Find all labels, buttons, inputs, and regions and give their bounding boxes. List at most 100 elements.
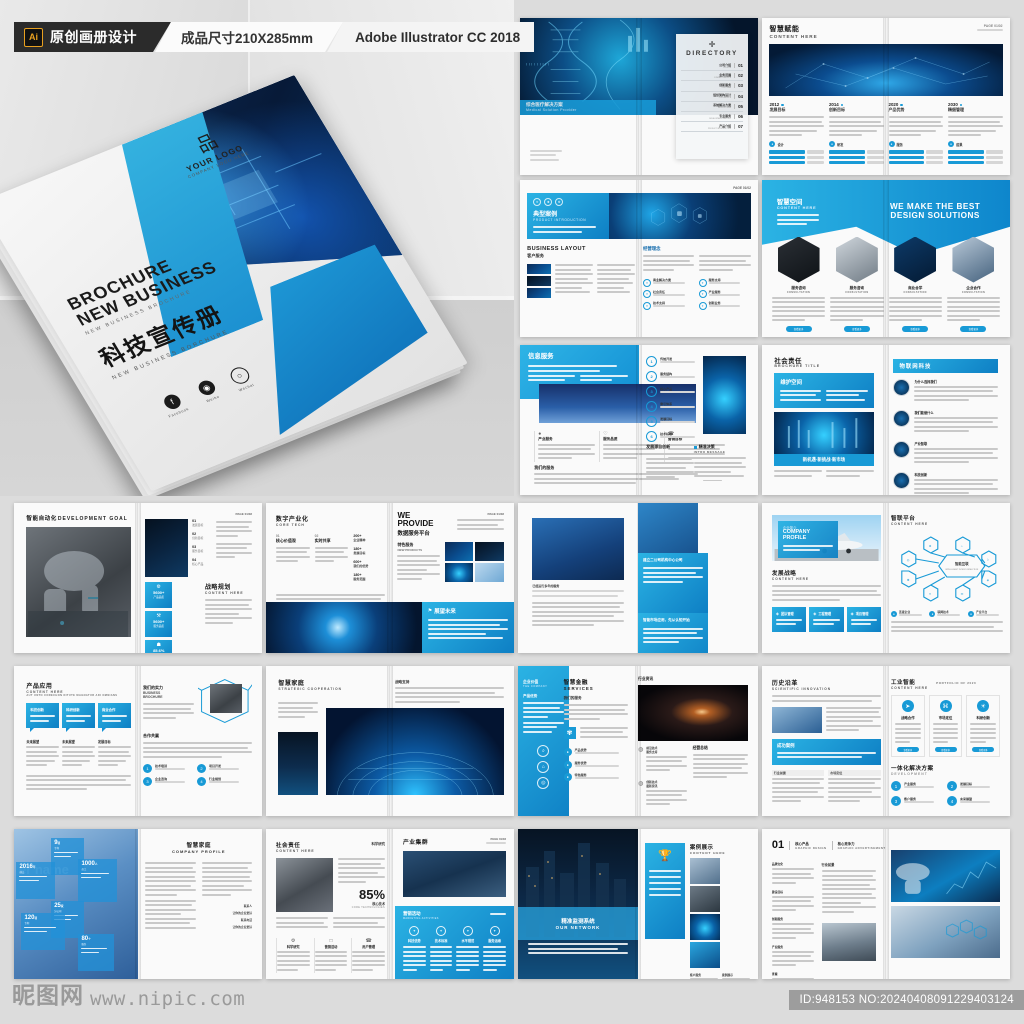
server-photo	[210, 684, 243, 714]
spread-responsibility[interactable]: 社会责任 BROCHURE TITLE 维护空间 新机遇·新挑战·新市场 物联网…	[762, 345, 1010, 495]
info-number-item: 3 核心产品	[646, 385, 698, 397]
number-badge: 3	[142, 776, 152, 786]
spread-smart-home[interactable]: 智慧家庭 STRATEGIC COOPERATION 战略支持	[266, 666, 514, 816]
solution-card-button[interactable]: 查看更多	[785, 326, 812, 333]
iot-label: 我们能做什么	[914, 410, 934, 415]
svg-text:◎: ◎	[907, 558, 910, 562]
core-title-en: CORE TECH	[275, 522, 305, 527]
hist-card-button[interactable]: 查看更多	[934, 747, 957, 752]
solution-card-en: CONSULTATION	[786, 290, 811, 294]
directory-panel[interactable]: ✛ DIRECTORY 公司介绍 PROFILE 01 业务范围 COMPANY…	[676, 34, 748, 159]
spread-company-profile[interactable]: 企业简介 COMPANY PROFILE 发展战略 CONTENT HERE ◈…	[762, 503, 1010, 653]
core-col2-cn: 实时共享	[314, 537, 331, 543]
directory-item-en: PROFILE	[723, 66, 732, 69]
directory-item-en: PRODUCT INTRODUCTION	[707, 127, 732, 130]
directory-item[interactable]: 系统解决方案 SERVICE CASE 05	[681, 102, 743, 112]
bullet-icon: ✦	[643, 278, 651, 287]
sh-right-label: 战略支持	[394, 679, 410, 684]
spread-gutter	[883, 829, 889, 979]
iot-banner: 物联网科技	[893, 358, 998, 373]
hp-stat-label: 专利	[54, 847, 59, 850]
spread-automation[interactable]: 智能自动化 DEVELOPMENT GOAL PAGE 01/02 01 发展目…	[14, 503, 262, 653]
iot-item: 我们能做什么	[893, 409, 998, 435]
hp-contact: 联系人	[243, 903, 253, 908]
hp-stat-label: 员工	[81, 868, 87, 871]
pa-right-en2: BROCHURE	[142, 695, 163, 699]
cp-chip[interactable]: ◈ 工程管理	[809, 606, 844, 632]
spread-gutter	[635, 829, 641, 979]
road-photo	[821, 922, 877, 961]
gr-section-label: 查看	[771, 972, 778, 976]
solutions-title-en: CONTENT HERE	[776, 206, 817, 211]
directory-item[interactable]: 业务范围 COMPANY SERVICE 02	[681, 71, 743, 82]
fin-bullet: ● 特色服务	[563, 773, 629, 782]
solution-card-button[interactable]: 查看更多	[843, 326, 870, 333]
hist-card[interactable]: ⌘ 市场定位 查看更多	[928, 695, 963, 757]
spread-business-photos[interactable]: 已经运行多年的服务 建立二公司机构中心公司 智能市场应用，先从认知开始 5G 2…	[518, 503, 758, 653]
gr-right-label: 行业前景	[821, 863, 835, 867]
social-wechat: ○ Wechat	[226, 365, 256, 393]
cp-chip-label: 工程管理	[818, 611, 832, 616]
spread-graphic[interactable]: 01 核心产品 GRAPHIC DESIGN 核心竞争力 GRAPHIC ADV…	[762, 829, 1010, 979]
directory-item[interactable]: 公司介绍 PROFILE 01	[681, 61, 743, 72]
gr-sections: 品牌文化 建设目标 创新服务 产业服务 查看	[771, 862, 815, 979]
spread-empower[interactable]: 智慧赋能 CONTENT HERE PAGE 01/02 2012 发展目标 ●…	[762, 18, 1010, 175]
directory-item[interactable]: 创新服务 OUR TEAM 03	[681, 81, 743, 92]
spread-business-layout[interactable]: PAGE 01/02 ✛ ✚ ✜ 典型案例 PRODUCT INTRODUCTI…	[520, 180, 758, 337]
banner-title-cn: 典型案例	[533, 212, 558, 219]
city-model-photo	[402, 850, 506, 897]
hist-cards: ➤ 战略合作 查看更多 ⌘ 市场定位 查看更多 ☀ 科研创新 查看更多	[890, 695, 1001, 757]
hist-card[interactable]: ➤ 战略合作 查看更多	[890, 695, 925, 757]
auto-right: PAGE 01/02 01 发展目标 02 创新目标 03 服务目标 04 核心…	[145, 512, 253, 653]
galaxy-photo	[638, 684, 749, 741]
csr-column: ✦ 技术标准	[429, 926, 453, 973]
gr-section-label: 品牌文化	[771, 862, 784, 866]
square-marker-icon	[693, 445, 697, 449]
solution-card[interactable]: 商业合学 CONSULTATION 查看更多	[888, 236, 942, 333]
cp-chip[interactable]: ◈ 项目管理	[846, 606, 882, 632]
milestone: 2014 创新目标 ● 研发	[828, 102, 884, 166]
solution-card[interactable]: 服务咨询 CONSULTATION 查看更多	[830, 236, 884, 333]
pa-number-item: 2 项目开发	[196, 763, 245, 773]
spread-home-profile[interactable]: er name 9项 专利 2016年 创立 1000人 员工 25家 分公司 …	[14, 829, 262, 979]
spread-design-solutions[interactable]: 智慧空间 CONTENT HERE WE MAKE THE BEST DESIG…	[762, 180, 1010, 337]
spread-gutter	[883, 18, 889, 175]
bubble-label: 科技创新	[30, 708, 44, 712]
chip-icon: ●	[828, 141, 835, 148]
fin-mini-item: ◍ 前沿技术 服务支持	[638, 746, 687, 774]
spread-network[interactable]: 精准监测系统 OUR NETWORK 🏆 案例展示 CONTENT HERE 客…	[518, 829, 758, 979]
pa-right: 我们的实力 BUSINESS BROCHURE 合作共赢 1 技术培训 2 项目…	[142, 675, 253, 786]
hist-card-button[interactable]: 查看更多	[896, 747, 919, 752]
solution-card-button[interactable]: 查看更多	[960, 326, 987, 333]
spread-csr[interactable]: 社会责任 CONTENT HERE 科学研究 85% 核心技术 CORE TEC…	[266, 829, 514, 979]
solution-card-en: CONSULTATION	[903, 290, 927, 294]
hist-card[interactable]: ☀ 科研创新 查看更多	[966, 695, 1001, 757]
bp-grid: 建立二公司机构中心公司 智能市场应用，先从认知开始 5G 2017年国际市场推广…	[638, 503, 758, 653]
hist-card-button[interactable]: 查看更多	[972, 747, 995, 752]
solutions-title-block: 智慧空间 CONTENT HERE	[776, 197, 819, 228]
number-badge: 3	[646, 385, 658, 397]
spread-history[interactable]: 历史沿革 SCIENTIFIC INNOVATION 成功案例 行业前景 市场定…	[762, 666, 1010, 816]
spread-core-tech[interactable]: 数字产业化 CORE TECH 01 核心价值观 02 实时共享 200+ 企业…	[266, 503, 514, 653]
solution-card[interactable]: 服务咨询 CONSULTATION 查看更多	[771, 236, 826, 333]
laptop-photo: er name 9项 专利 2016年 创立 1000人 员工 25家 分公司 …	[14, 829, 138, 979]
spread-finance[interactable]: 企业价值 THE COMPANY 产品优势 ⌕ ⌂ ◎ 智慧金融 SERVICE…	[518, 666, 758, 816]
directory-item[interactable]: 产品介绍 PRODUCT INTRODUCTION 07	[681, 122, 743, 133]
gr-section: 查看	[771, 972, 815, 979]
product-thumb-3	[445, 563, 474, 582]
solution-card[interactable]: 企业合作 CONSULTATION 查看更多	[946, 236, 1001, 333]
gr-section-label: 建设目标	[771, 889, 784, 894]
spread-info-service[interactable]: 信息服务 ● 产业服务 ♡ 服务品质 ☎ 营销目标 我们的服务 1 传统开发 2…	[520, 345, 758, 495]
directory-item[interactable]: 专业服务 DEVELOPMENT HISTORY 06	[681, 112, 743, 123]
iot-item: 科技创新	[893, 471, 998, 496]
hp-stat-tile: 120项 专利	[21, 913, 65, 950]
spread-directory[interactable]: ||||||||| 综合医疗解决方案 Medical Solution Prov…	[520, 18, 758, 175]
spread-product-app[interactable]: 产品应用 CONTENT HERE AUT UNTO CORECHON DITU…	[14, 666, 262, 816]
auto-title-en: DEVELOPMENT GOAL	[57, 515, 128, 522]
csr-blue-panel: 营销活动 MARKETING ACTIVITIES ✦ 科技优势 ✦ 技术标准 …	[394, 906, 514, 979]
hist-dev-item: 2 发展目标	[946, 781, 995, 791]
directory-item[interactable]: 组织架构设计 OUR SERVICE 04	[681, 92, 743, 102]
solution-card-button[interactable]: 查看更多	[902, 326, 929, 333]
cp-chip[interactable]: ◈ 团队管理	[771, 606, 807, 632]
spread-gutter	[636, 180, 642, 337]
